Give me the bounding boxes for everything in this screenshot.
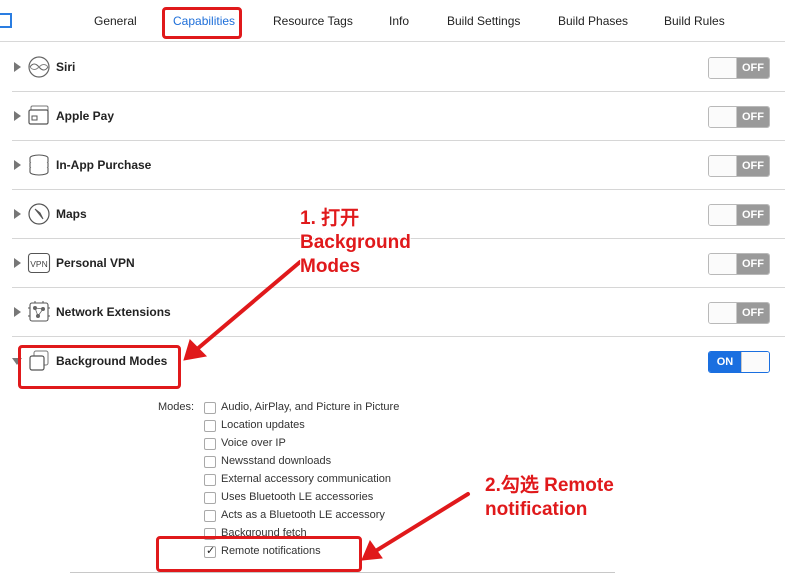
section-divider <box>70 572 615 573</box>
maps-icon <box>28 203 50 225</box>
annotation-step2-line2: notification <box>485 499 588 520</box>
apple-pay-toggle[interactable]: OFF <box>708 106 770 128</box>
capability-title: Personal VPN <box>56 256 135 270</box>
arrow-to-remote-notifications <box>372 492 470 554</box>
mode-label: Newsstand downloads <box>221 455 332 467</box>
switch-state-label: OFF <box>737 205 769 225</box>
tab-info[interactable]: Info <box>389 14 409 28</box>
annotation-step2: 2.勾选 Remote notification <box>485 474 614 522</box>
in-app-purchase-toggle[interactable]: OFF <box>708 155 770 177</box>
tab-build-phases[interactable]: Build Phases <box>558 14 628 28</box>
apple-pay-icon <box>28 105 49 125</box>
capability-row-siri: Siri OFF <box>0 43 785 92</box>
switch-state-label: OFF <box>737 107 769 127</box>
capability-row-network-extensions: Network Extensions OFF <box>0 288 785 337</box>
personal-vpn-toggle[interactable]: OFF <box>708 253 770 275</box>
capability-title: Maps <box>56 207 87 221</box>
annotation-step1-line2: Background <box>300 232 411 253</box>
checkbox[interactable] <box>204 510 216 522</box>
checkbox[interactable] <box>204 492 216 504</box>
switch-state-label: OFF <box>737 156 769 176</box>
sidebar-toggle-icon[interactable] <box>0 13 12 28</box>
switch-state-label: OFF <box>737 58 769 78</box>
checkbox[interactable] <box>204 438 216 450</box>
switch-state-label: OFF <box>737 303 769 323</box>
in-app-purchase-icon <box>29 154 49 176</box>
mode-label: Audio, AirPlay, and Picture in Picture <box>221 401 400 413</box>
maps-toggle[interactable]: OFF <box>708 204 770 226</box>
annotation-step2-line1: 2.勾选 Remote <box>485 475 614 496</box>
mode-label: Voice over IP <box>221 437 286 449</box>
switch-knob <box>741 352 769 372</box>
disclosure-triangle-icon[interactable] <box>14 258 21 268</box>
disclosure-triangle-icon[interactable] <box>14 111 21 121</box>
switch-knob <box>709 107 737 127</box>
siri-icon <box>28 56 50 78</box>
remote-notifications-highlight-box <box>156 536 362 572</box>
capability-row-in-app-purchase: In-App Purchase OFF <box>0 141 785 190</box>
arrow-head <box>361 539 383 561</box>
switch-knob <box>709 303 737 323</box>
switch-knob <box>709 205 737 225</box>
annotation-step1-line3: Modes <box>300 256 361 277</box>
checkbox[interactable] <box>204 420 216 432</box>
switch-knob <box>709 254 737 274</box>
checkbox[interactable] <box>204 456 216 468</box>
vpn-icon-text: VPN <box>30 259 47 269</box>
switch-state-label: ON <box>709 352 741 372</box>
tab-general[interactable]: General <box>94 14 137 28</box>
mode-label: Uses Bluetooth LE accessories <box>221 491 374 503</box>
capability-row-apple-pay: Apple Pay OFF <box>0 92 785 141</box>
checkbox[interactable] <box>204 402 216 414</box>
capability-title: Apple Pay <box>56 109 115 123</box>
tab-resource-tags[interactable]: Resource Tags <box>273 14 353 28</box>
tab-bar: General Capabilities Resource Tags Info … <box>0 0 785 42</box>
capability-title: Siri <box>56 60 76 74</box>
network-extensions-toggle[interactable]: OFF <box>708 302 770 324</box>
tab-build-settings[interactable]: Build Settings <box>447 14 520 28</box>
checkbox[interactable] <box>204 474 216 486</box>
siri-toggle[interactable]: OFF <box>708 57 770 79</box>
modes-label: Modes: <box>158 401 195 413</box>
tab-build-rules[interactable]: Build Rules <box>664 14 725 28</box>
switch-knob <box>709 156 737 176</box>
disclosure-triangle-icon[interactable] <box>14 160 21 170</box>
annotation-step1: 1. 打开 Background Modes <box>300 207 411 279</box>
capability-title: In-App Purchase <box>56 158 152 172</box>
background-modes-highlight-box <box>18 345 181 389</box>
personal-vpn-icon: VPN <box>27 252 51 274</box>
network-extensions-icon <box>28 301 50 322</box>
mode-label: Acts as a Bluetooth LE accessory <box>221 509 385 521</box>
disclosure-triangle-icon[interactable] <box>14 209 21 219</box>
background-modes-toggle[interactable]: ON <box>708 351 770 373</box>
switch-state-label: OFF <box>737 254 769 274</box>
capability-title: Network Extensions <box>56 305 171 319</box>
disclosure-triangle-icon[interactable] <box>14 62 21 72</box>
switch-knob <box>709 58 737 78</box>
capabilities-tab-highlight <box>162 7 242 39</box>
mode-label: Location updates <box>221 419 305 431</box>
disclosure-triangle-icon[interactable] <box>14 307 21 317</box>
mode-label: External accessory communication <box>221 473 391 485</box>
annotation-step1-line1: 1. 打开 <box>300 208 360 229</box>
